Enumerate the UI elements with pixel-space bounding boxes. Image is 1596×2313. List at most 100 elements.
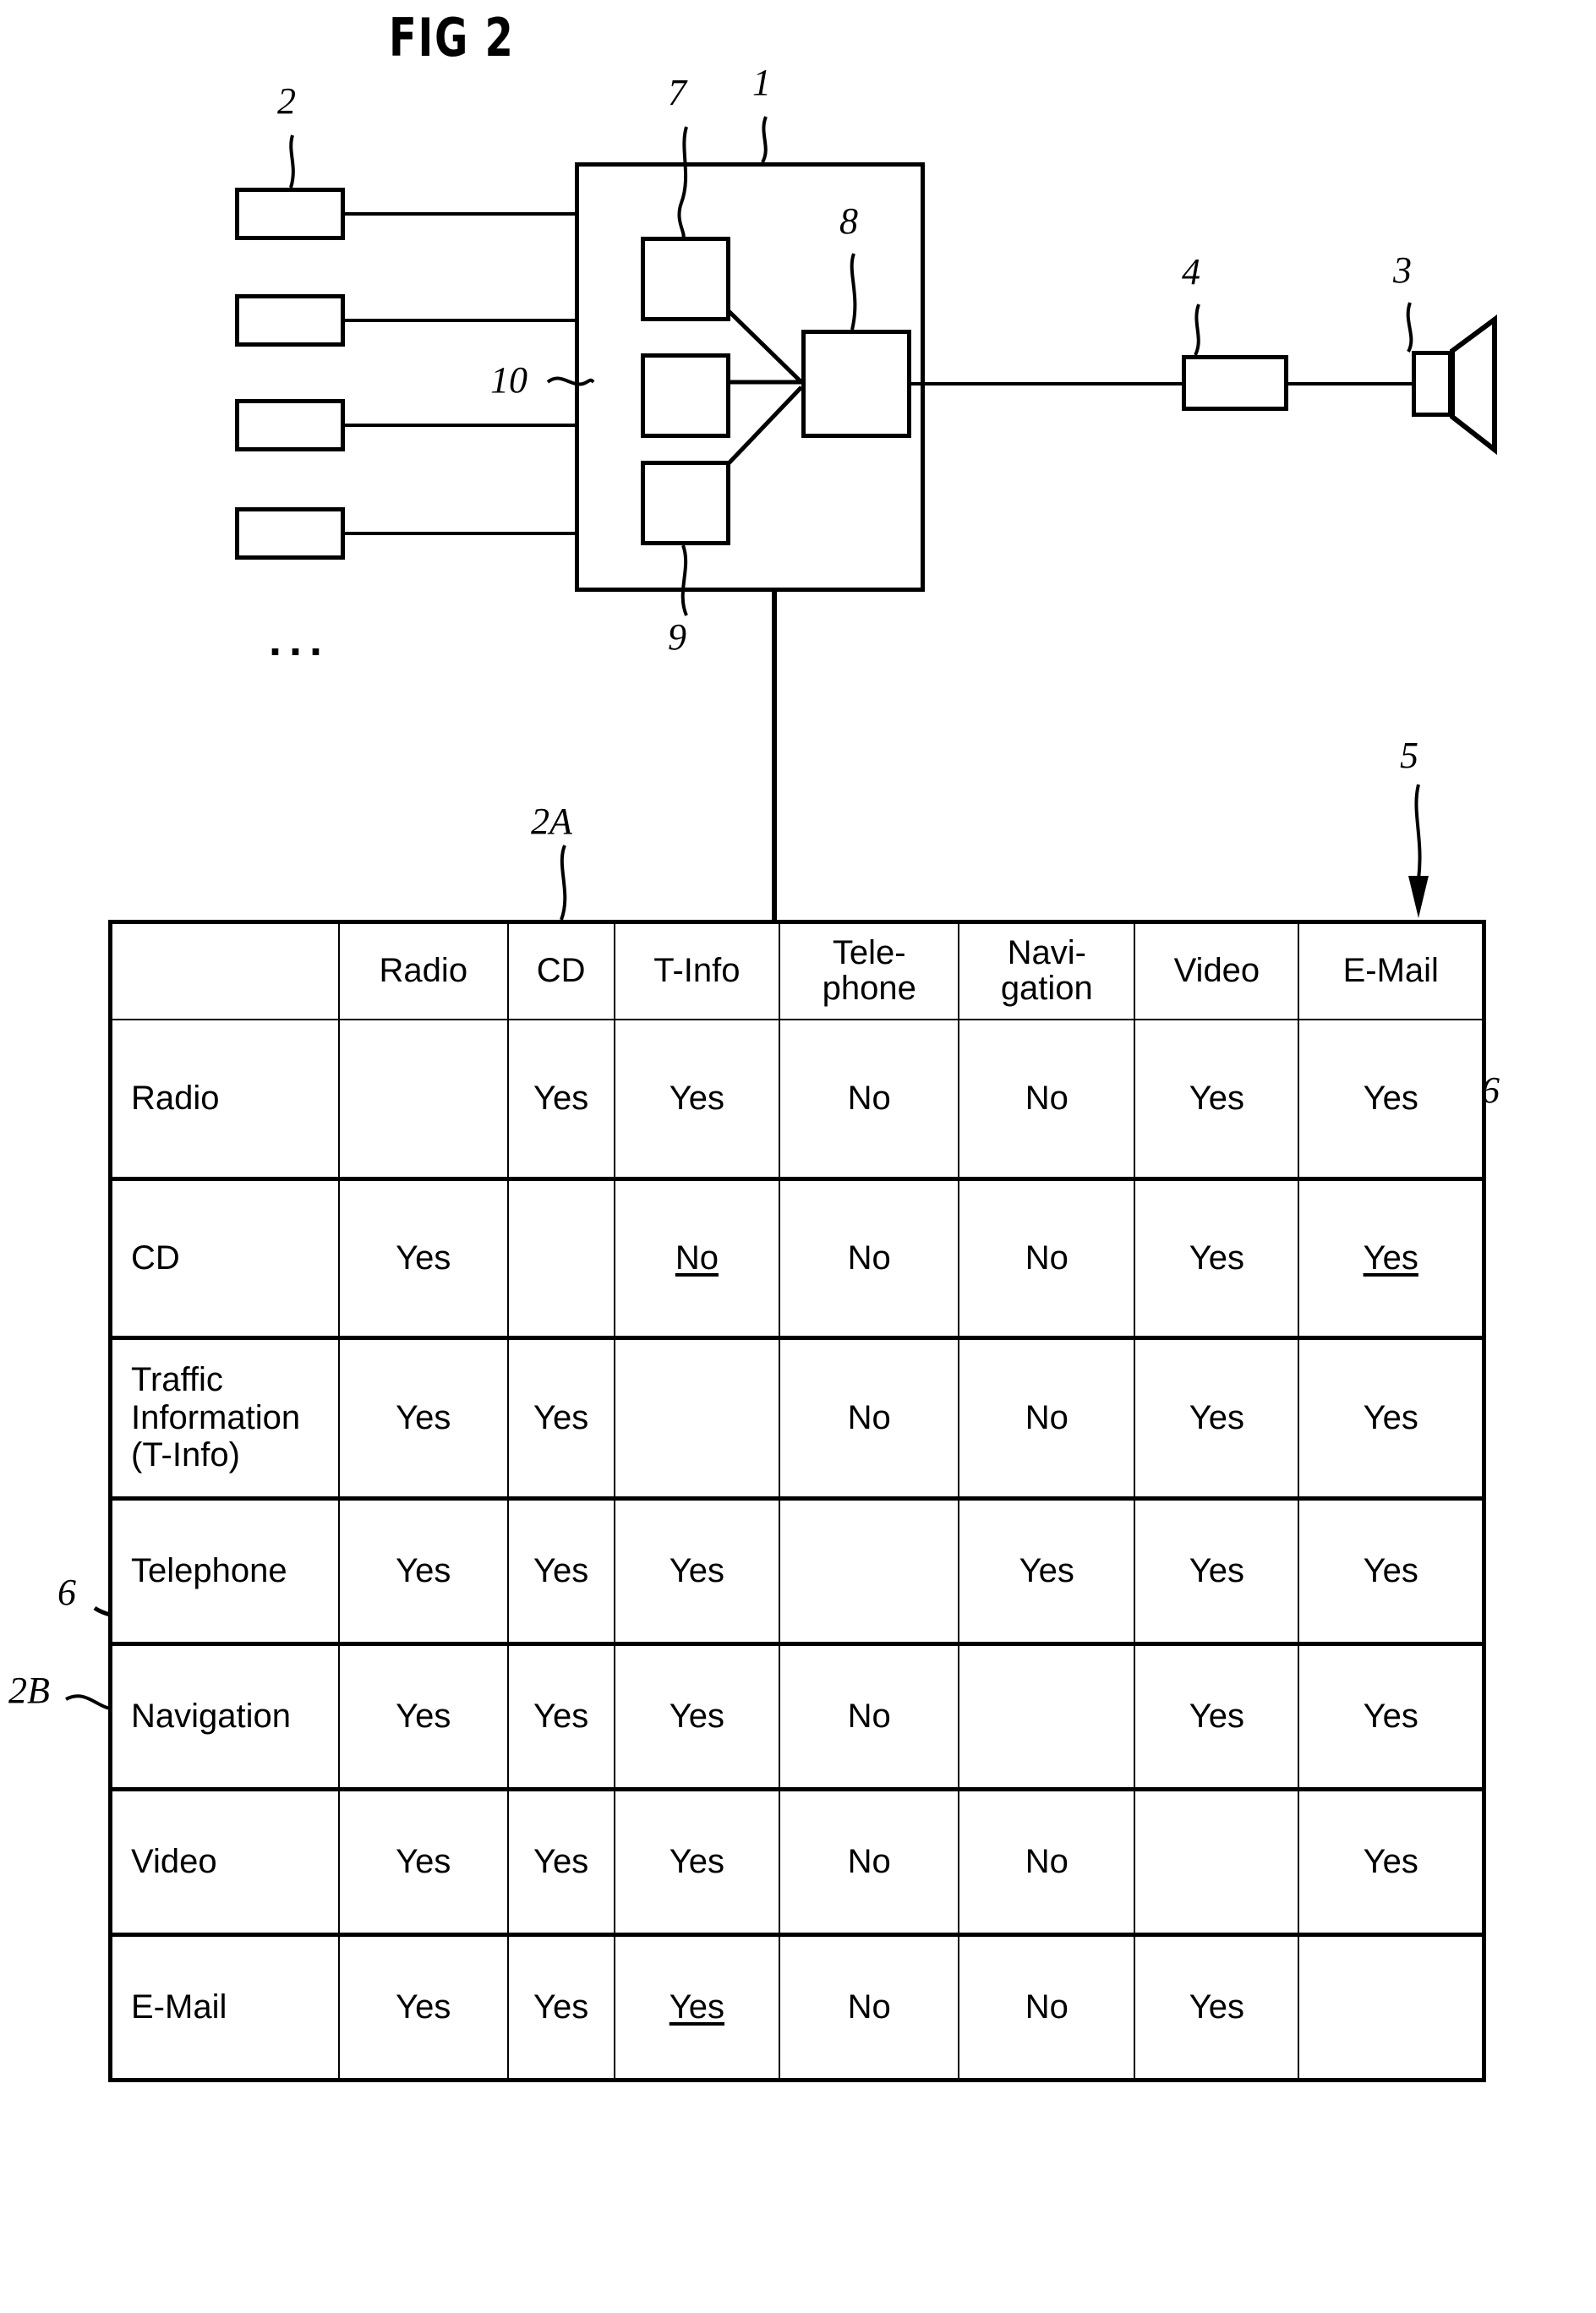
cell-tinfo-navigation: No bbox=[958, 1337, 1136, 1501]
cell-telephone-tinfo: Yes bbox=[613, 1497, 781, 1646]
col-header-radio: Radio bbox=[338, 920, 509, 1020]
cell-navigation-navigation bbox=[958, 1643, 1136, 1791]
matrix-row-video: Video Yes Yes Yes No No Yes bbox=[108, 1788, 1487, 1937]
cell-tinfo-tinfo bbox=[613, 1337, 781, 1501]
matrix-corner-cell bbox=[108, 920, 340, 1020]
cell-radio-telephone: No bbox=[779, 1019, 960, 1181]
matrix-row-telephone: Telephone Yes Yes Yes Yes Yes Yes bbox=[108, 1497, 1487, 1646]
matrix-header-row: Radio CD T-Info Tele- phone Navi- gation… bbox=[108, 920, 1487, 1020]
cell-tinfo-cd: Yes bbox=[506, 1337, 615, 1501]
cell-cd-video: Yes bbox=[1134, 1178, 1300, 1340]
cell-video-email: Yes bbox=[1298, 1788, 1487, 1937]
decoder-box-top bbox=[641, 237, 730, 321]
cell-cd-email: Yes bbox=[1298, 1178, 1487, 1340]
col-header-navigation-line2: gation bbox=[1000, 970, 1093, 1007]
figure-title: FIG 2 bbox=[389, 7, 515, 68]
row-header-tinfo-line3: (T-Info) bbox=[131, 1436, 240, 1474]
wire-source1-to-unit bbox=[343, 212, 577, 216]
cell-navigation-email: Yes bbox=[1298, 1643, 1487, 1791]
cell-email-video: Yes bbox=[1134, 1933, 1300, 2082]
row-header-radio: Radio bbox=[108, 1019, 340, 1181]
ref-2: 2 bbox=[277, 80, 296, 122]
cell-video-video bbox=[1134, 1788, 1300, 1937]
cell-video-radio: Yes bbox=[338, 1788, 509, 1937]
cell-navigation-video: Yes bbox=[1134, 1643, 1300, 1791]
cell-radio-video: Yes bbox=[1134, 1019, 1300, 1181]
cell-tinfo-radio: Yes bbox=[338, 1337, 509, 1501]
cell-video-navigation: No bbox=[958, 1788, 1136, 1937]
amplifier-box bbox=[1182, 355, 1288, 411]
cell-navigation-radio: Yes bbox=[338, 1643, 509, 1791]
cell-navigation-cd: Yes bbox=[506, 1643, 615, 1791]
cell-navigation-telephone: No bbox=[779, 1643, 960, 1791]
cell-cd-cd bbox=[506, 1178, 615, 1340]
cell-cd-tinfo: No bbox=[613, 1178, 781, 1340]
cell-email-telephone: No bbox=[779, 1933, 960, 2082]
figure-canvas: FIG 2 ... 2 7 1 8 9 10 4 3 2A 5 6 6 2B R… bbox=[0, 0, 1596, 2313]
cell-navigation-tinfo: Yes bbox=[613, 1643, 781, 1791]
row-header-tinfo-line1: Traffic bbox=[131, 1360, 223, 1398]
col-header-telephone-line2: phone bbox=[822, 970, 916, 1007]
wire-source3-to-unit bbox=[343, 424, 577, 427]
compatibility-matrix: Radio CD T-Info Tele- phone Navi- gation… bbox=[108, 920, 1487, 2082]
mixer-box bbox=[801, 330, 911, 438]
cell-radio-email: Yes bbox=[1298, 1019, 1487, 1181]
cell-telephone-email: Yes bbox=[1298, 1497, 1487, 1646]
col-header-telephone-line1: Tele- bbox=[832, 934, 906, 972]
cell-telephone-navigation: Yes bbox=[958, 1497, 1136, 1646]
ref-9: 9 bbox=[668, 616, 686, 658]
source-box-4 bbox=[235, 507, 345, 560]
wire-source4-to-unit bbox=[343, 532, 577, 535]
loudspeaker-body bbox=[1412, 351, 1452, 417]
ref-2A: 2A bbox=[531, 801, 572, 842]
wire-unit-to-amplifier bbox=[910, 382, 1183, 386]
row-header-tinfo-line2: Information bbox=[131, 1398, 301, 1436]
cell-telephone-cd: Yes bbox=[506, 1497, 615, 1646]
ref-4: 4 bbox=[1182, 251, 1200, 293]
wire-amplifier-to-speaker bbox=[1287, 382, 1413, 386]
wire-unit-to-matrix bbox=[772, 590, 777, 921]
source-ellipsis: ... bbox=[269, 615, 331, 665]
source-box-1 bbox=[235, 188, 345, 240]
row-header-navigation: Navigation bbox=[108, 1643, 340, 1791]
matrix-row-email: E-Mail Yes Yes Yes No No Yes bbox=[108, 1933, 1487, 2082]
col-header-navigation-line1: Navi- bbox=[1007, 934, 1086, 972]
cell-radio-radio bbox=[338, 1019, 509, 1181]
row-header-tinfo: Traffic Information (T-Info) bbox=[108, 1337, 340, 1501]
source-box-2 bbox=[235, 294, 345, 347]
decoder-box-bottom bbox=[641, 461, 730, 545]
cell-radio-tinfo: Yes bbox=[613, 1019, 781, 1181]
cell-video-cd: Yes bbox=[506, 1788, 615, 1937]
ref-2B: 2B bbox=[8, 1670, 50, 1711]
wire-source2-to-unit bbox=[343, 319, 577, 322]
matrix-row-cd: CD Yes No No No Yes Yes bbox=[108, 1178, 1487, 1340]
cell-tinfo-telephone: No bbox=[779, 1337, 960, 1501]
cell-video-tinfo: Yes bbox=[613, 1788, 781, 1937]
col-header-tinfo: T-Info bbox=[613, 920, 781, 1020]
cell-cd-telephone: No bbox=[779, 1178, 960, 1340]
cell-radio-cd: Yes bbox=[506, 1019, 615, 1181]
matrix-row-navigation: Navigation Yes Yes Yes No Yes Yes bbox=[108, 1643, 1487, 1791]
col-header-email: E-Mail bbox=[1298, 920, 1487, 1020]
matrix-row-radio: Radio Yes Yes No No Yes Yes bbox=[108, 1019, 1487, 1181]
ref-6-telephone-cd: 6 bbox=[57, 1572, 76, 1613]
decoder-box-middle bbox=[641, 353, 730, 438]
source-box-3 bbox=[235, 399, 345, 451]
cell-radio-navigation: No bbox=[958, 1019, 1136, 1181]
row-header-telephone: Telephone bbox=[108, 1497, 340, 1646]
cell-telephone-radio: Yes bbox=[338, 1497, 509, 1646]
cell-email-cd: Yes bbox=[506, 1933, 615, 2082]
cell-telephone-video: Yes bbox=[1134, 1497, 1300, 1646]
row-header-email: E-Mail bbox=[108, 1933, 340, 2082]
col-header-telephone: Tele- phone bbox=[779, 920, 960, 1020]
row-header-cd: CD bbox=[108, 1178, 340, 1340]
ref-3: 3 bbox=[1393, 249, 1412, 291]
col-header-navigation: Navi- gation bbox=[958, 920, 1136, 1020]
cell-tinfo-video: Yes bbox=[1134, 1337, 1300, 1501]
row-header-video: Video bbox=[108, 1788, 340, 1937]
cell-cd-radio: Yes bbox=[338, 1178, 509, 1340]
col-header-video: Video bbox=[1134, 920, 1300, 1020]
ref-1: 1 bbox=[752, 62, 771, 103]
cell-email-radio: Yes bbox=[338, 1933, 509, 2082]
matrix-row-tinfo: Traffic Information (T-Info) Yes Yes No … bbox=[108, 1337, 1487, 1501]
